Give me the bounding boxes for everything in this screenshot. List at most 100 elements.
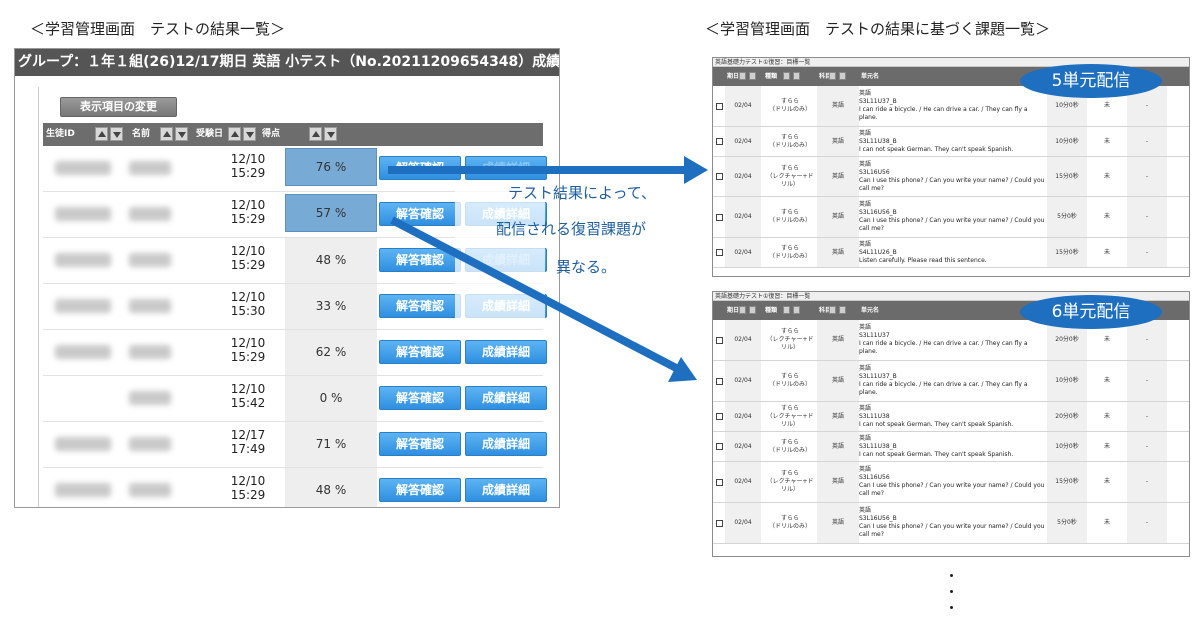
results-header: グループ：１年１組(26)12/17期日 英語 小テスト（No.20211209…	[15, 49, 559, 76]
exam-time: 15:29	[230, 350, 266, 364]
assignment-type-name: すらら	[780, 515, 799, 522]
assignment-subject: 英語	[817, 432, 859, 461]
blurred-name	[129, 299, 171, 313]
sort-asc-icon[interactable]	[160, 127, 173, 141]
assignment-unit: 英語 S3L16U56 Can I use this phone? / Can yo…	[859, 157, 1047, 196]
assignment-time: 15分0秒	[1047, 462, 1087, 502]
assignment-type: すらら （ドリルのみ）	[765, 127, 815, 156]
column-unit: 単元名	[861, 73, 880, 80]
row-checkbox[interactable]	[715, 102, 723, 110]
sort-asc-icon[interactable]	[228, 127, 241, 141]
row-checkbox[interactable]	[715, 336, 723, 344]
sort-desc-icon[interactable]	[793, 306, 800, 314]
sort-desc-icon[interactable]	[243, 127, 256, 141]
assignment-type-name: すらら	[780, 328, 799, 335]
sort-asc-icon[interactable]	[783, 306, 790, 314]
unit-line: S3L16U56	[859, 168, 890, 176]
assignment-type-name: すらら	[780, 209, 799, 216]
pill-5-units: 5単元配信	[1020, 64, 1162, 98]
assignment-date: 02/04	[725, 197, 761, 237]
answer-check-button[interactable]: 解答確認	[379, 156, 461, 180]
sort-desc-icon[interactable]	[839, 72, 846, 80]
blurred-student-id	[55, 161, 111, 175]
score-detail-button[interactable]: 成績詳細	[465, 340, 547, 364]
sort-score	[309, 127, 337, 141]
sort-desc-icon[interactable]	[110, 127, 123, 141]
assignment-rows: 02/04 すらら （レクチャー+ドリル） 英語 英語 S3L11U37 I can rid…	[713, 320, 1189, 544]
assignment-subject: 英語	[817, 503, 859, 543]
exam-date: 12/10	[230, 382, 266, 396]
sort-desc-icon[interactable]	[749, 72, 756, 80]
sort-desc-icon[interactable]	[175, 127, 188, 141]
answer-check-button[interactable]: 解答確認	[379, 340, 461, 364]
answer-check-button[interactable]: 解答確認	[379, 478, 461, 502]
assignment-date: 02/04	[725, 361, 761, 401]
assignment-subject: 英語	[817, 127, 859, 156]
table-row: 12/10 15:29 62 % 解答確認 成績詳細	[43, 330, 547, 376]
sort-desc-icon[interactable]	[324, 127, 337, 141]
assignment-type-mode: （レクチャー+ドリル）	[766, 412, 814, 428]
sort-asc-icon[interactable]	[829, 306, 836, 314]
assignment-subject: 英語	[817, 361, 859, 401]
answer-check-button[interactable]: 解答確認	[379, 386, 461, 410]
row-checkbox[interactable]	[715, 173, 723, 180]
assignment-date: 02/04	[725, 127, 761, 156]
score-detail-button[interactable]: 成績詳細	[465, 386, 547, 410]
assignment-row: 02/04 すらら （レクチャー+ドリル） 英語 英語 S3L16U56 Can I use…	[713, 462, 1189, 503]
score-detail-label: 成績詳細	[481, 483, 530, 497]
row-checkbox[interactable]	[715, 138, 723, 145]
assignment-date: 02/04	[725, 320, 761, 360]
row-checkbox[interactable]	[715, 377, 723, 385]
unit-line: 英語	[859, 434, 872, 442]
display-items-button[interactable]: 表示項目の変更	[60, 97, 177, 117]
sort-asc-icon[interactable]	[739, 306, 746, 314]
unit-line: plane.	[859, 389, 878, 396]
sort-asc-icon[interactable]	[309, 127, 322, 141]
sort-asc-icon[interactable]	[829, 72, 836, 80]
unit-line: 英語	[859, 240, 872, 248]
blurred-student-id	[55, 299, 111, 313]
assignment-type-name: すらら	[780, 438, 799, 446]
row-checkbox[interactable]	[715, 478, 723, 486]
sort-asc-icon[interactable]	[95, 127, 108, 141]
sort-desc-icon[interactable]	[839, 306, 846, 314]
sort-desc-icon[interactable]	[749, 306, 756, 314]
sort-asc-icon[interactable]	[739, 72, 746, 80]
row-checkbox[interactable]	[715, 249, 723, 256]
exam-date: 12/17	[230, 428, 266, 442]
exam-datetime: 12/10 15:42	[213, 382, 283, 410]
sort-asc-icon[interactable]	[783, 72, 790, 80]
assignment-row: 02/04 すらら （ドリルのみ） 英語 英語 S4L11U26_B Listen care…	[713, 238, 1189, 268]
unit-line: 英語	[859, 404, 872, 412]
row-checkbox[interactable]	[715, 213, 723, 221]
score-detail-button[interactable]: 成績詳細	[465, 432, 547, 456]
column-type: 種類	[765, 73, 778, 80]
exam-date: 12/10	[230, 474, 266, 488]
assignment-extra: -	[1127, 127, 1167, 156]
assignment-date: 02/04	[725, 462, 761, 502]
row-checkbox[interactable]	[715, 443, 723, 450]
blurred-name	[129, 483, 171, 497]
score-detail-button[interactable]: 成績詳細	[465, 478, 547, 502]
answer-check-button[interactable]: 解答確認	[379, 202, 461, 226]
assignment-type: すらら （ドリルのみ）	[765, 197, 815, 237]
ellipsis-dot	[950, 590, 953, 593]
assignment-status: 未	[1103, 478, 1110, 485]
row-checkbox[interactable]	[715, 413, 723, 420]
row-checkbox[interactable]	[715, 519, 723, 527]
unit-line: I can ride a bicycle. / He can drive a c…	[859, 106, 1028, 113]
score-detail-button[interactable]: 成績詳細	[465, 156, 547, 180]
answer-check-button[interactable]: 解答確認	[379, 294, 461, 318]
assignment-subject: 英語	[817, 320, 859, 360]
score-cell: 48 %	[285, 468, 377, 507]
answer-check-button[interactable]: 解答確認	[379, 248, 461, 272]
exam-time: 17:49	[230, 442, 266, 456]
sort-desc-icon[interactable]	[793, 72, 800, 80]
exam-date: 12/10	[230, 244, 266, 258]
assignment-extra: -	[1127, 320, 1167, 360]
checkbox-cell	[713, 462, 725, 502]
unit-line: Listen carefully. Please read this sente…	[859, 256, 987, 264]
table-row: 12/17 17:49 71 % 解答確認 成績詳細	[43, 422, 547, 468]
answer-check-button[interactable]: 解答確認	[379, 432, 461, 456]
arrowhead-icon	[684, 156, 708, 184]
